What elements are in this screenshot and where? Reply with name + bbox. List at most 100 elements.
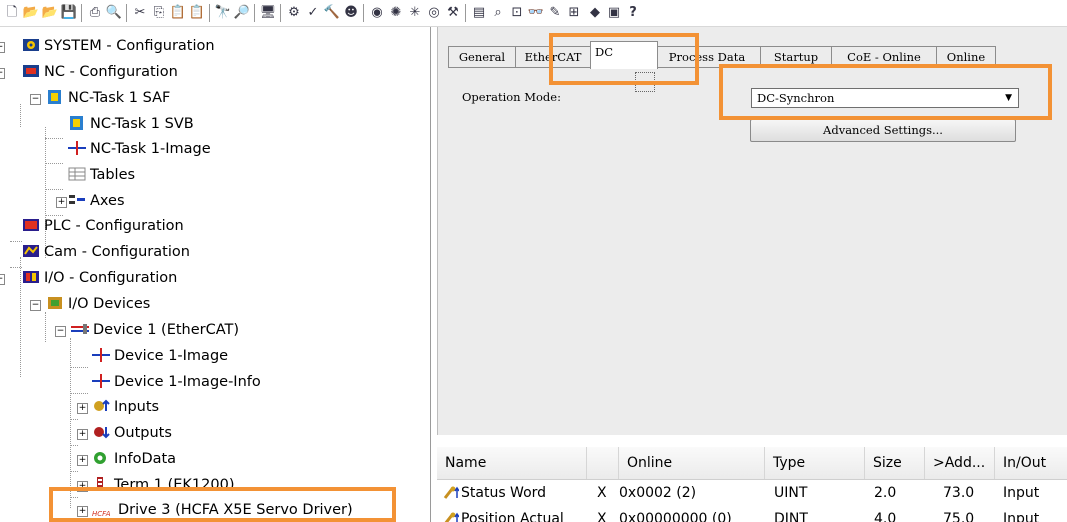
tab-online[interactable]: Online xyxy=(936,46,996,68)
tree-item-term1[interactable]: Term 1 (EK1200) xyxy=(92,474,234,496)
expander-device1[interactable]: − xyxy=(55,326,66,337)
tab-ethercat[interactable]: EtherCAT xyxy=(515,46,591,68)
build-icon[interactable]: 🔨 xyxy=(323,4,341,22)
column-header-online[interactable]: Online xyxy=(619,447,765,479)
column-header-type[interactable]: Type xyxy=(765,447,865,479)
tab-startup[interactable]: Startup xyxy=(760,46,832,68)
book-icon[interactable]: ◆ xyxy=(586,4,604,22)
tab-dc[interactable]: DC xyxy=(590,41,658,69)
paste-special-icon[interactable]: 📋 xyxy=(188,4,206,22)
tree-item-nc-task-saf[interactable]: NC-Task 1 SAF xyxy=(46,87,170,109)
check-icon[interactable]: ✓ xyxy=(304,4,322,22)
tree-item-io-devices[interactable]: I/O Devices xyxy=(46,293,150,315)
activate-config-icon[interactable]: ⚙ xyxy=(285,4,303,22)
tree-item-label: Device 1 (EtherCAT) xyxy=(93,322,240,338)
zoom-icon[interactable]: ⌕ xyxy=(489,4,507,22)
run-icon[interactable]: ◉ xyxy=(368,4,386,22)
tree-item-device1-image-info[interactable]: Device 1-Image-Info xyxy=(92,371,261,393)
io-devices-icon xyxy=(46,295,64,311)
tree-item-device1-ethercat[interactable]: Device 1 (EtherCAT) xyxy=(71,319,239,341)
advanced-settings-button[interactable]: Advanced Settings... xyxy=(750,119,1016,142)
column-header-inout[interactable]: In/Out xyxy=(995,447,1067,479)
operation-mode-dropdown[interactable]: DC-Synchron ▼ xyxy=(751,88,1019,108)
column-header-flag[interactable] xyxy=(587,447,619,479)
expander-nc-task[interactable]: − xyxy=(30,94,41,105)
tree-item-infodata[interactable]: InfoData xyxy=(92,448,176,470)
plc-config-icon xyxy=(22,217,40,233)
tree-item-nc-task-svb[interactable]: NC-Task 1 SVB xyxy=(68,113,194,135)
table-row[interactable]: Position Actual X 0x00000000 (0) DINT 4.… xyxy=(437,506,1067,522)
variables-table: Name Online Type Size >Add... In/Out Sta… xyxy=(437,447,1067,522)
table-row[interactable]: Status Word X 0x0002 (2) UINT 2.0 73.0 I… xyxy=(437,480,1067,506)
column-header-size[interactable]: Size xyxy=(865,447,925,479)
tree-item-system-configuration[interactable]: SYSTEM - Configuration xyxy=(22,35,215,57)
column-header-address[interactable]: >Add... xyxy=(925,447,995,479)
copy-icon[interactable]: ⎘ xyxy=(150,4,168,22)
tree-item-label: InfoData xyxy=(114,451,177,467)
io-icon[interactable]: ⊞ xyxy=(565,4,583,22)
scan-icon[interactable]: ✺ xyxy=(387,4,405,22)
cell-inout: Input xyxy=(1003,511,1040,522)
expander-outputs[interactable]: + xyxy=(77,429,88,440)
system-config-icon xyxy=(22,37,40,53)
graph-icon[interactable]: ⊡ xyxy=(508,4,526,22)
watch-icon[interactable]: 👓 xyxy=(527,4,545,22)
expander-io[interactable]: − xyxy=(0,274,5,285)
tree-item-label: PLC - Configuration xyxy=(44,218,184,234)
table-header: Name Online Type Size >Add... In/Out xyxy=(437,447,1067,480)
save-icon[interactable]: 💾 xyxy=(60,4,78,22)
expander-drive3[interactable]: + xyxy=(77,506,88,517)
tree-item-nc-task-image[interactable]: NC-Task 1-Image xyxy=(68,138,211,160)
column-header-name[interactable]: Name xyxy=(437,447,587,479)
cell-type: UINT xyxy=(774,485,808,501)
inputs-icon xyxy=(92,398,110,414)
tab-coe-online[interactable]: CoE - Online xyxy=(831,46,937,68)
find-next-icon[interactable]: 🔎 xyxy=(233,4,251,22)
expander-infodata[interactable]: + xyxy=(77,455,88,466)
print-preview-icon[interactable]: 🔍 xyxy=(105,4,123,22)
variable-icon xyxy=(443,480,461,506)
print-icon[interactable]: ⎙ xyxy=(86,4,104,22)
info-icon[interactable]: ▣ xyxy=(605,4,623,22)
tree-item-label: Tables xyxy=(90,167,136,183)
expander-io-devices[interactable]: − xyxy=(30,300,41,311)
cut-icon[interactable]: ✂ xyxy=(131,4,149,22)
tree-item-cam-configuration[interactable]: Cam - Configuration xyxy=(22,241,190,263)
freerun-icon[interactable]: ✳ xyxy=(406,4,424,22)
tree-item-plc-configuration[interactable]: PLC - Configuration xyxy=(22,215,184,237)
tab-general[interactable]: General xyxy=(448,46,516,68)
tree-item-label: I/O - Configuration xyxy=(44,270,178,286)
tree-item-device1-image[interactable]: Device 1-Image xyxy=(92,345,228,367)
tree-item-nc-configuration[interactable]: NC - Configuration xyxy=(22,61,178,83)
tree-item-io-configuration[interactable]: I/O - Configuration xyxy=(22,267,177,289)
network-icon[interactable]: ✎ xyxy=(546,4,564,22)
view-icon[interactable]: ▤ xyxy=(470,4,488,22)
tab-process-data[interactable]: Process Data xyxy=(653,46,761,68)
tree-item-label: Axes xyxy=(90,193,125,209)
tree-item-axes[interactable]: Axes xyxy=(68,190,125,212)
expander-nc[interactable]: − xyxy=(0,68,5,79)
tree-item-outputs[interactable]: Outputs xyxy=(92,422,172,444)
cell-address: 73.0 xyxy=(943,485,975,501)
login-icon[interactable]: ☻ xyxy=(342,4,360,22)
tab-panel: General EtherCAT DC Process Data Startup… xyxy=(437,27,1067,435)
expander-system[interactable]: + xyxy=(0,42,5,53)
open-recent-icon[interactable]: 📂 xyxy=(41,4,59,22)
paste-icon[interactable]: 📋 xyxy=(169,4,187,22)
settings-icon[interactable]: ⚒ xyxy=(444,4,462,22)
open-icon[interactable]: 📂 xyxy=(22,4,40,22)
expander-inputs[interactable]: + xyxy=(77,403,88,414)
target-icon[interactable]: ◎ xyxy=(425,4,443,22)
help-icon[interactable]: ? xyxy=(624,4,642,22)
expander-axes[interactable]: + xyxy=(56,197,67,208)
tree-item-inputs[interactable]: Inputs xyxy=(92,396,159,418)
cell-size: 2.0 xyxy=(874,485,897,501)
monitor-icon[interactable]: 🖥 xyxy=(259,4,277,22)
find-icon[interactable]: 🔭 xyxy=(214,4,232,22)
task-icon xyxy=(46,89,64,105)
cell-online: 0x0002 (2) xyxy=(619,485,697,501)
expander-term1[interactable]: + xyxy=(77,481,88,492)
tree-item-drive3[interactable]: HCFA Drive 3 (HCFA X5E Servo Driver) xyxy=(92,499,353,521)
tree-item-tables[interactable]: Tables xyxy=(68,164,135,186)
new-file-icon[interactable]: 🗋 xyxy=(3,4,21,22)
